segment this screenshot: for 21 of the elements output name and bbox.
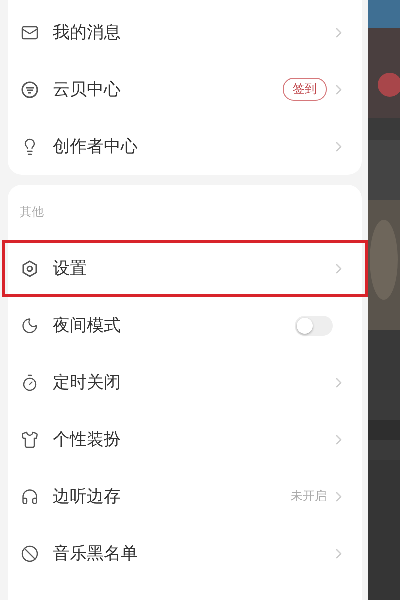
toggle-switch[interactable] <box>295 316 333 336</box>
menu-item[interactable]: 个性装扮 <box>2 411 368 468</box>
menu-item[interactable]: 定时关闭 <box>2 354 368 411</box>
moon-icon <box>21 316 39 334</box>
settings-icon <box>21 260 39 278</box>
ban-icon <box>21 544 39 562</box>
status-text: 未开启 <box>291 488 327 505</box>
mail-icon <box>21 24 39 42</box>
coin-icon <box>21 80 39 98</box>
headphones-icon <box>21 488 39 506</box>
menu-item[interactable]: 音乐黑名单 <box>2 525 368 582</box>
highlighted-menu-item[interactable]: 设置 <box>2 240 368 297</box>
timer-icon <box>21 374 39 392</box>
menu-item[interactable]: 创作者中心 <box>2 118 368 175</box>
menu-item[interactable]: 夜间模式 <box>2 297 368 354</box>
sign-in-badge[interactable]: 签到 <box>283 78 327 101</box>
section-title: 其他 <box>19 204 45 221</box>
menu-item[interactable]: 边听边存 未开启 <box>2 468 368 525</box>
menu-item[interactable]: 云贝中心 签到 <box>2 61 368 118</box>
shirt-icon <box>21 430 39 448</box>
menu-item[interactable]: 我的消息 <box>2 4 368 61</box>
